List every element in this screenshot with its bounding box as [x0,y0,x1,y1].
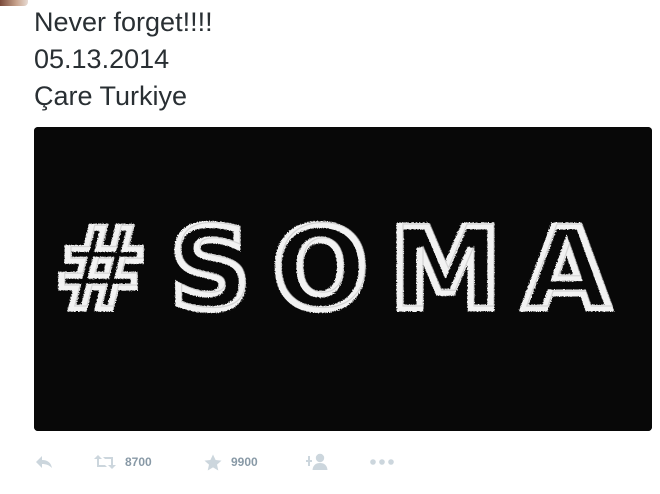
more-icon [370,459,394,465]
retweet-icon [94,455,116,469]
tweet-actions: 8700 9900 [34,450,634,474]
follow-icon [306,453,328,470]
more-button[interactable] [370,450,394,474]
reply-button[interactable] [34,450,54,474]
star-icon [204,454,222,470]
avatar[interactable] [0,0,28,6]
retweet-count: 8700 [125,455,152,469]
favorite-button[interactable]: 9900 [204,450,258,474]
favorite-count: 9900 [231,455,258,469]
follow-button[interactable] [306,450,328,474]
tweet-line-2: 05.13.2014 [34,44,170,74]
retweet-button[interactable]: 8700 [94,450,152,474]
tweet-card: Never forget!!!! 05.13.2014 Çare Turkiye… [0,0,660,494]
tweet-media-image[interactable]: #SOMA #SOMA [34,127,652,431]
reply-icon [36,456,52,468]
soma-image: #SOMA #SOMA [34,127,652,431]
tweet-line-3: Çare Turkiye [34,81,188,111]
tweet-line-1: Never forget!!!! [34,7,213,37]
soma-text-echo: #SOMA [57,203,635,333]
tweet-text: Never forget!!!! 05.13.2014 Çare Turkiye [34,4,213,115]
